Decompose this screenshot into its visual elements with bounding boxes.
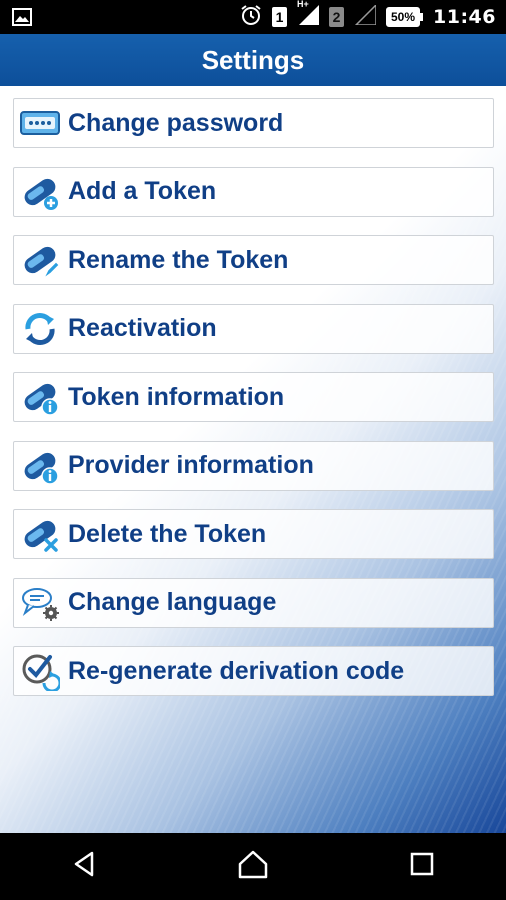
home-button[interactable] — [223, 837, 283, 897]
change-language-button[interactable]: Change language — [13, 577, 494, 628]
menu-item-label: Token information — [68, 382, 285, 411]
battery-icon: 50% — [385, 7, 424, 27]
language-settings-icon — [20, 583, 60, 623]
sim2-badge: 2 — [328, 7, 344, 27]
battery-level: 50% — [385, 7, 421, 27]
menu-item-label: Add a Token — [68, 177, 217, 205]
regenerate-derivation-code-button[interactable]: Re-generate derivation code — [13, 646, 494, 696]
rename-token-button[interactable]: Rename the Token — [13, 235, 494, 285]
change-password-button[interactable]: Change password — [13, 98, 494, 148]
token-information-button[interactable]: Token information — [13, 372, 494, 422]
clock: 11:46 — [433, 6, 496, 28]
menu-item-label: Change password — [68, 108, 284, 137]
menu-item-label: Provider information — [68, 451, 314, 479]
recents-button[interactable] — [392, 837, 452, 897]
alarm-icon — [240, 4, 262, 31]
provider-info-icon — [20, 446, 60, 486]
token-rename-icon — [20, 240, 60, 280]
regenerate-code-icon — [20, 651, 60, 691]
recents-icon — [409, 851, 435, 882]
refresh-icon — [20, 309, 60, 349]
settings-menu: Change password Add a Token Rename the T… — [13, 98, 494, 715]
token-info-icon — [20, 377, 60, 417]
navigation-bar — [0, 833, 506, 900]
provider-information-button[interactable]: Provider information — [13, 440, 494, 491]
menu-item-label: Re-generate derivation code — [68, 656, 405, 685]
signal-empty-icon — [354, 2, 377, 30]
gallery-notification-icon — [12, 8, 32, 31]
signal-strength-icon: H+ — [297, 0, 319, 30]
menu-item-label: Change language — [68, 588, 277, 616]
network-type-label: H+ — [296, 0, 309, 9]
page-title: Settings — [0, 34, 506, 86]
token-delete-icon — [20, 514, 60, 554]
reactivation-button[interactable]: Reactivation — [13, 303, 494, 354]
back-button[interactable] — [54, 837, 114, 897]
menu-item-label: Rename the Token — [68, 245, 289, 274]
settings-content: Change password Add a Token Rename the T… — [0, 86, 506, 833]
back-icon — [70, 850, 98, 883]
keypad-password-icon — [20, 103, 60, 143]
status-bar: 1 H+ 2 50% 11:46 — [0, 0, 506, 34]
token-add-icon — [20, 172, 60, 212]
add-token-button[interactable]: Add a Token — [13, 166, 494, 217]
delete-token-button[interactable]: Delete the Token — [13, 509, 494, 559]
menu-item-label: Reactivation — [68, 314, 217, 342]
sim1-badge: 1 — [271, 7, 287, 27]
menu-item-label: Delete the Token — [68, 519, 267, 548]
home-icon — [237, 849, 269, 884]
